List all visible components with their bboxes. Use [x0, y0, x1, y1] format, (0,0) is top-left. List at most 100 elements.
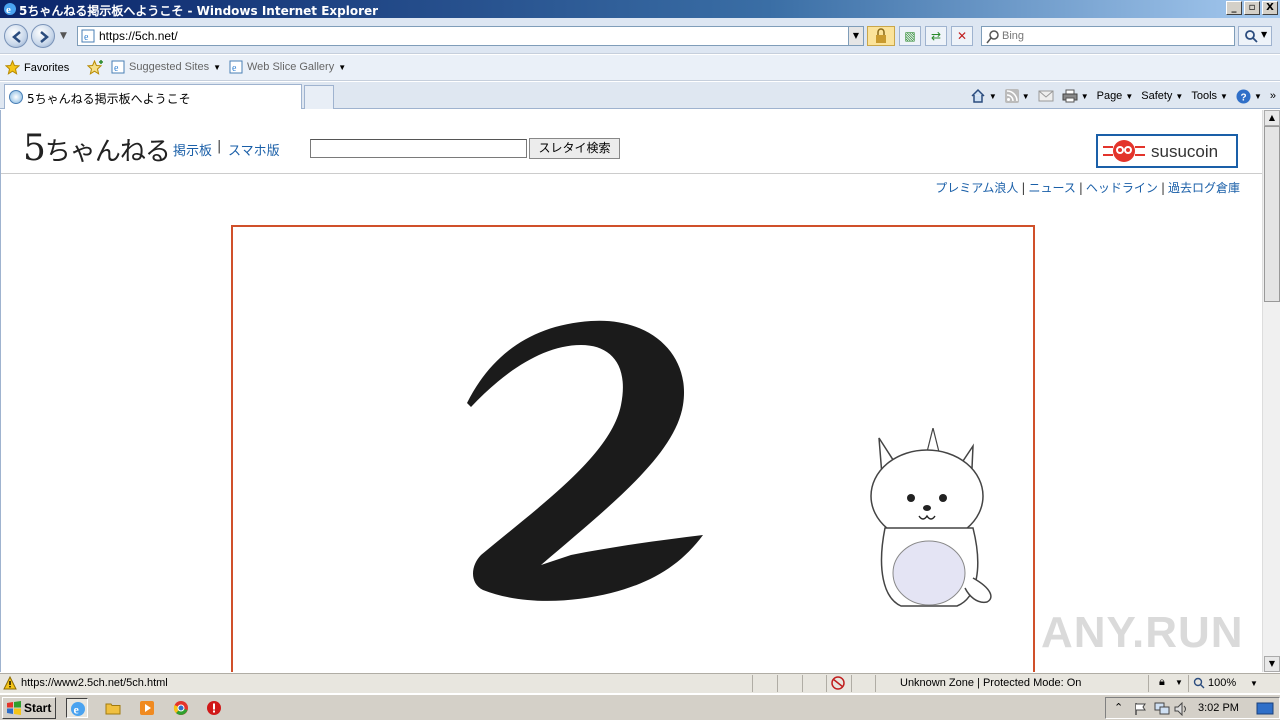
internet-explorer-icon: e	[71, 702, 85, 717]
zoom-level: 100%	[1208, 677, 1237, 689]
chevron-down-icon: ▼	[213, 62, 222, 72]
address-url[interactable]: https://5ch.net/	[99, 29, 178, 43]
vertical-scrollbar[interactable]: ▲ ▼	[1262, 110, 1280, 672]
headline-link[interactable]: ヘッドライン	[1086, 181, 1158, 195]
thread-title-search-input[interactable]	[310, 139, 527, 158]
tab-label: 5ちゃんねる掲示板へようこそ	[27, 92, 191, 106]
help-menu[interactable]: ? ▼	[1236, 89, 1262, 104]
search-options-dropdown-icon[interactable]: ▼	[1261, 30, 1267, 39]
susucoin-banner[interactable]: susucoin	[1096, 134, 1238, 168]
scroll-down-button[interactable]: ▼	[1264, 656, 1280, 672]
svg-text:e: e	[84, 32, 89, 43]
show-desktop-icon[interactable]	[1256, 702, 1274, 716]
chevron-down-icon: ▼	[1253, 91, 1262, 101]
new-tab-button[interactable]	[304, 85, 334, 109]
web-slice-gallery-link[interactable]: e Web Slice Gallery ▼	[229, 60, 346, 74]
more-commands-button[interactable]: »	[1270, 90, 1276, 102]
chevron-down-icon: ▼	[338, 62, 347, 72]
taskbar-opera[interactable]	[203, 698, 225, 718]
log-archive-link[interactable]: 過去ログ倉庫	[1168, 181, 1240, 195]
chevron-right-icon: »	[1269, 90, 1276, 102]
search-button[interactable]: ▼	[1238, 26, 1272, 46]
popup-blocked-icon	[831, 676, 845, 690]
rss-feed-icon	[1004, 89, 1019, 103]
add-to-favorites-bar-button[interactable]	[87, 60, 104, 75]
tools-menu[interactable]: Tools ▼	[1191, 90, 1228, 102]
premium-ronin-link[interactable]: プレミアム浪人	[935, 181, 1018, 195]
feeds-button[interactable]: ▼	[1004, 89, 1030, 103]
smartphone-version-link[interactable]: スマホ版	[228, 140, 280, 159]
stop-button[interactable]: ✕	[951, 26, 973, 46]
top-links: プレミアム浪人 | ニュース | ヘッドライン | 過去ログ倉庫	[935, 179, 1240, 196]
home-icon	[971, 88, 985, 103]
compatibility-icon: ▧	[904, 29, 916, 43]
window-title: 5ちゃんねる掲示板へようこそ - Windows Internet Explor…	[19, 4, 379, 18]
taskbar-chrome[interactable]	[170, 698, 192, 718]
network-icon[interactable]	[1154, 702, 1170, 716]
forward-button[interactable]	[31, 24, 55, 48]
link-separator: |	[1160, 181, 1165, 195]
media-player-icon	[140, 701, 154, 715]
compatibility-view-button[interactable]: ▧	[899, 26, 921, 46]
taskbar-internet-explorer[interactable]: e	[66, 698, 88, 718]
help-icon: ?	[1236, 89, 1251, 103]
recent-pages-dropdown-icon[interactable]: ▼	[60, 31, 67, 41]
page-menu[interactable]: Page ▼	[1097, 90, 1134, 102]
board-link[interactable]: 掲示板	[173, 140, 212, 159]
print-button[interactable]: ▼	[1062, 89, 1089, 103]
security-lock-button[interactable]	[867, 26, 895, 46]
favorites-button[interactable]: Favorites	[5, 60, 69, 75]
zoom-dropdown-icon[interactable]: ▼	[1250, 679, 1258, 688]
home-button[interactable]: ▼	[970, 88, 997, 104]
news-link[interactable]: ニュース	[1028, 181, 1075, 195]
susucoin-logo-icon	[1103, 140, 1145, 162]
maximize-button[interactable]: ▫	[1244, 1, 1260, 15]
tab-5ch[interactable]: 5ちゃんねる掲示板へようこそ	[4, 84, 302, 109]
suggested-sites-label: Suggested Sites	[129, 61, 210, 73]
search-input[interactable]: Bing	[981, 26, 1235, 46]
status-pane	[851, 675, 875, 692]
link-separator: |	[1021, 181, 1026, 195]
close-window-button[interactable]: X	[1262, 1, 1278, 15]
show-hidden-icons-button[interactable]: ⌃	[1114, 701, 1123, 714]
web-page: 5ちゃんねる 掲示板 | スマホ版 スレタイ検索 susucoin プレミアム浪…	[0, 110, 1262, 672]
scrollbar-thumb[interactable]	[1264, 126, 1280, 302]
taskbar-media-player[interactable]	[136, 698, 158, 718]
forward-arrow-icon	[40, 31, 49, 43]
volume-icon[interactable]	[1174, 702, 1190, 716]
refresh-button[interactable]: ⇄	[925, 26, 947, 46]
taskbar: Start e ⌃ 3:02 PM	[0, 694, 1280, 720]
susucoin-label: susucoin	[1151, 142, 1219, 161]
refresh-icon: ⇄	[930, 29, 942, 43]
popup-blocker-pane[interactable]	[826, 675, 850, 692]
windows-logo-icon	[7, 701, 21, 715]
search-placeholder: Bing	[1002, 30, 1025, 42]
scroll-up-button[interactable]: ▲	[1264, 110, 1280, 126]
safety-menu[interactable]: Safety ▼	[1141, 90, 1183, 102]
svg-text:e: e	[6, 4, 11, 16]
thread-title-search-button[interactable]: スレタイ検索	[529, 138, 620, 159]
taskbar-file-explorer[interactable]	[102, 698, 124, 718]
site-logo-text: ちゃんねる	[44, 137, 171, 167]
ie-page-icon: e	[111, 60, 125, 74]
site-logo-digit: 5	[23, 128, 46, 169]
start-button[interactable]: Start	[2, 697, 56, 719]
back-arrow-icon	[12, 31, 21, 43]
address-dropdown-icon[interactable]: ▼	[848, 27, 863, 45]
folder-icon	[105, 703, 121, 715]
svg-text:e: e	[232, 63, 237, 74]
minimize-button[interactable]: _	[1226, 1, 1242, 15]
chevron-down-icon: ▼	[1175, 678, 1183, 687]
status-pane	[802, 675, 826, 692]
lock-icon: 🔒︎	[1159, 676, 1165, 688]
web-slice-gallery-label: Web Slice Gallery	[247, 61, 335, 73]
read-mail-button[interactable]	[1038, 90, 1054, 102]
protected-mode-pane[interactable]: 🔒︎ ▼	[1148, 675, 1188, 692]
security-zone-label: Unknown Zone | Protected Mode: On	[900, 677, 1082, 689]
page-menu-label: Page	[1096, 90, 1123, 102]
action-center-flag-icon[interactable]	[1134, 702, 1148, 716]
suggested-sites-link[interactable]: e Suggested Sites ▼	[111, 60, 221, 74]
back-button[interactable]	[4, 24, 28, 48]
address-bar[interactable]: e https://5ch.net/ ▼	[77, 26, 864, 46]
site-logo[interactable]: 5ちゃんねる	[23, 128, 171, 169]
